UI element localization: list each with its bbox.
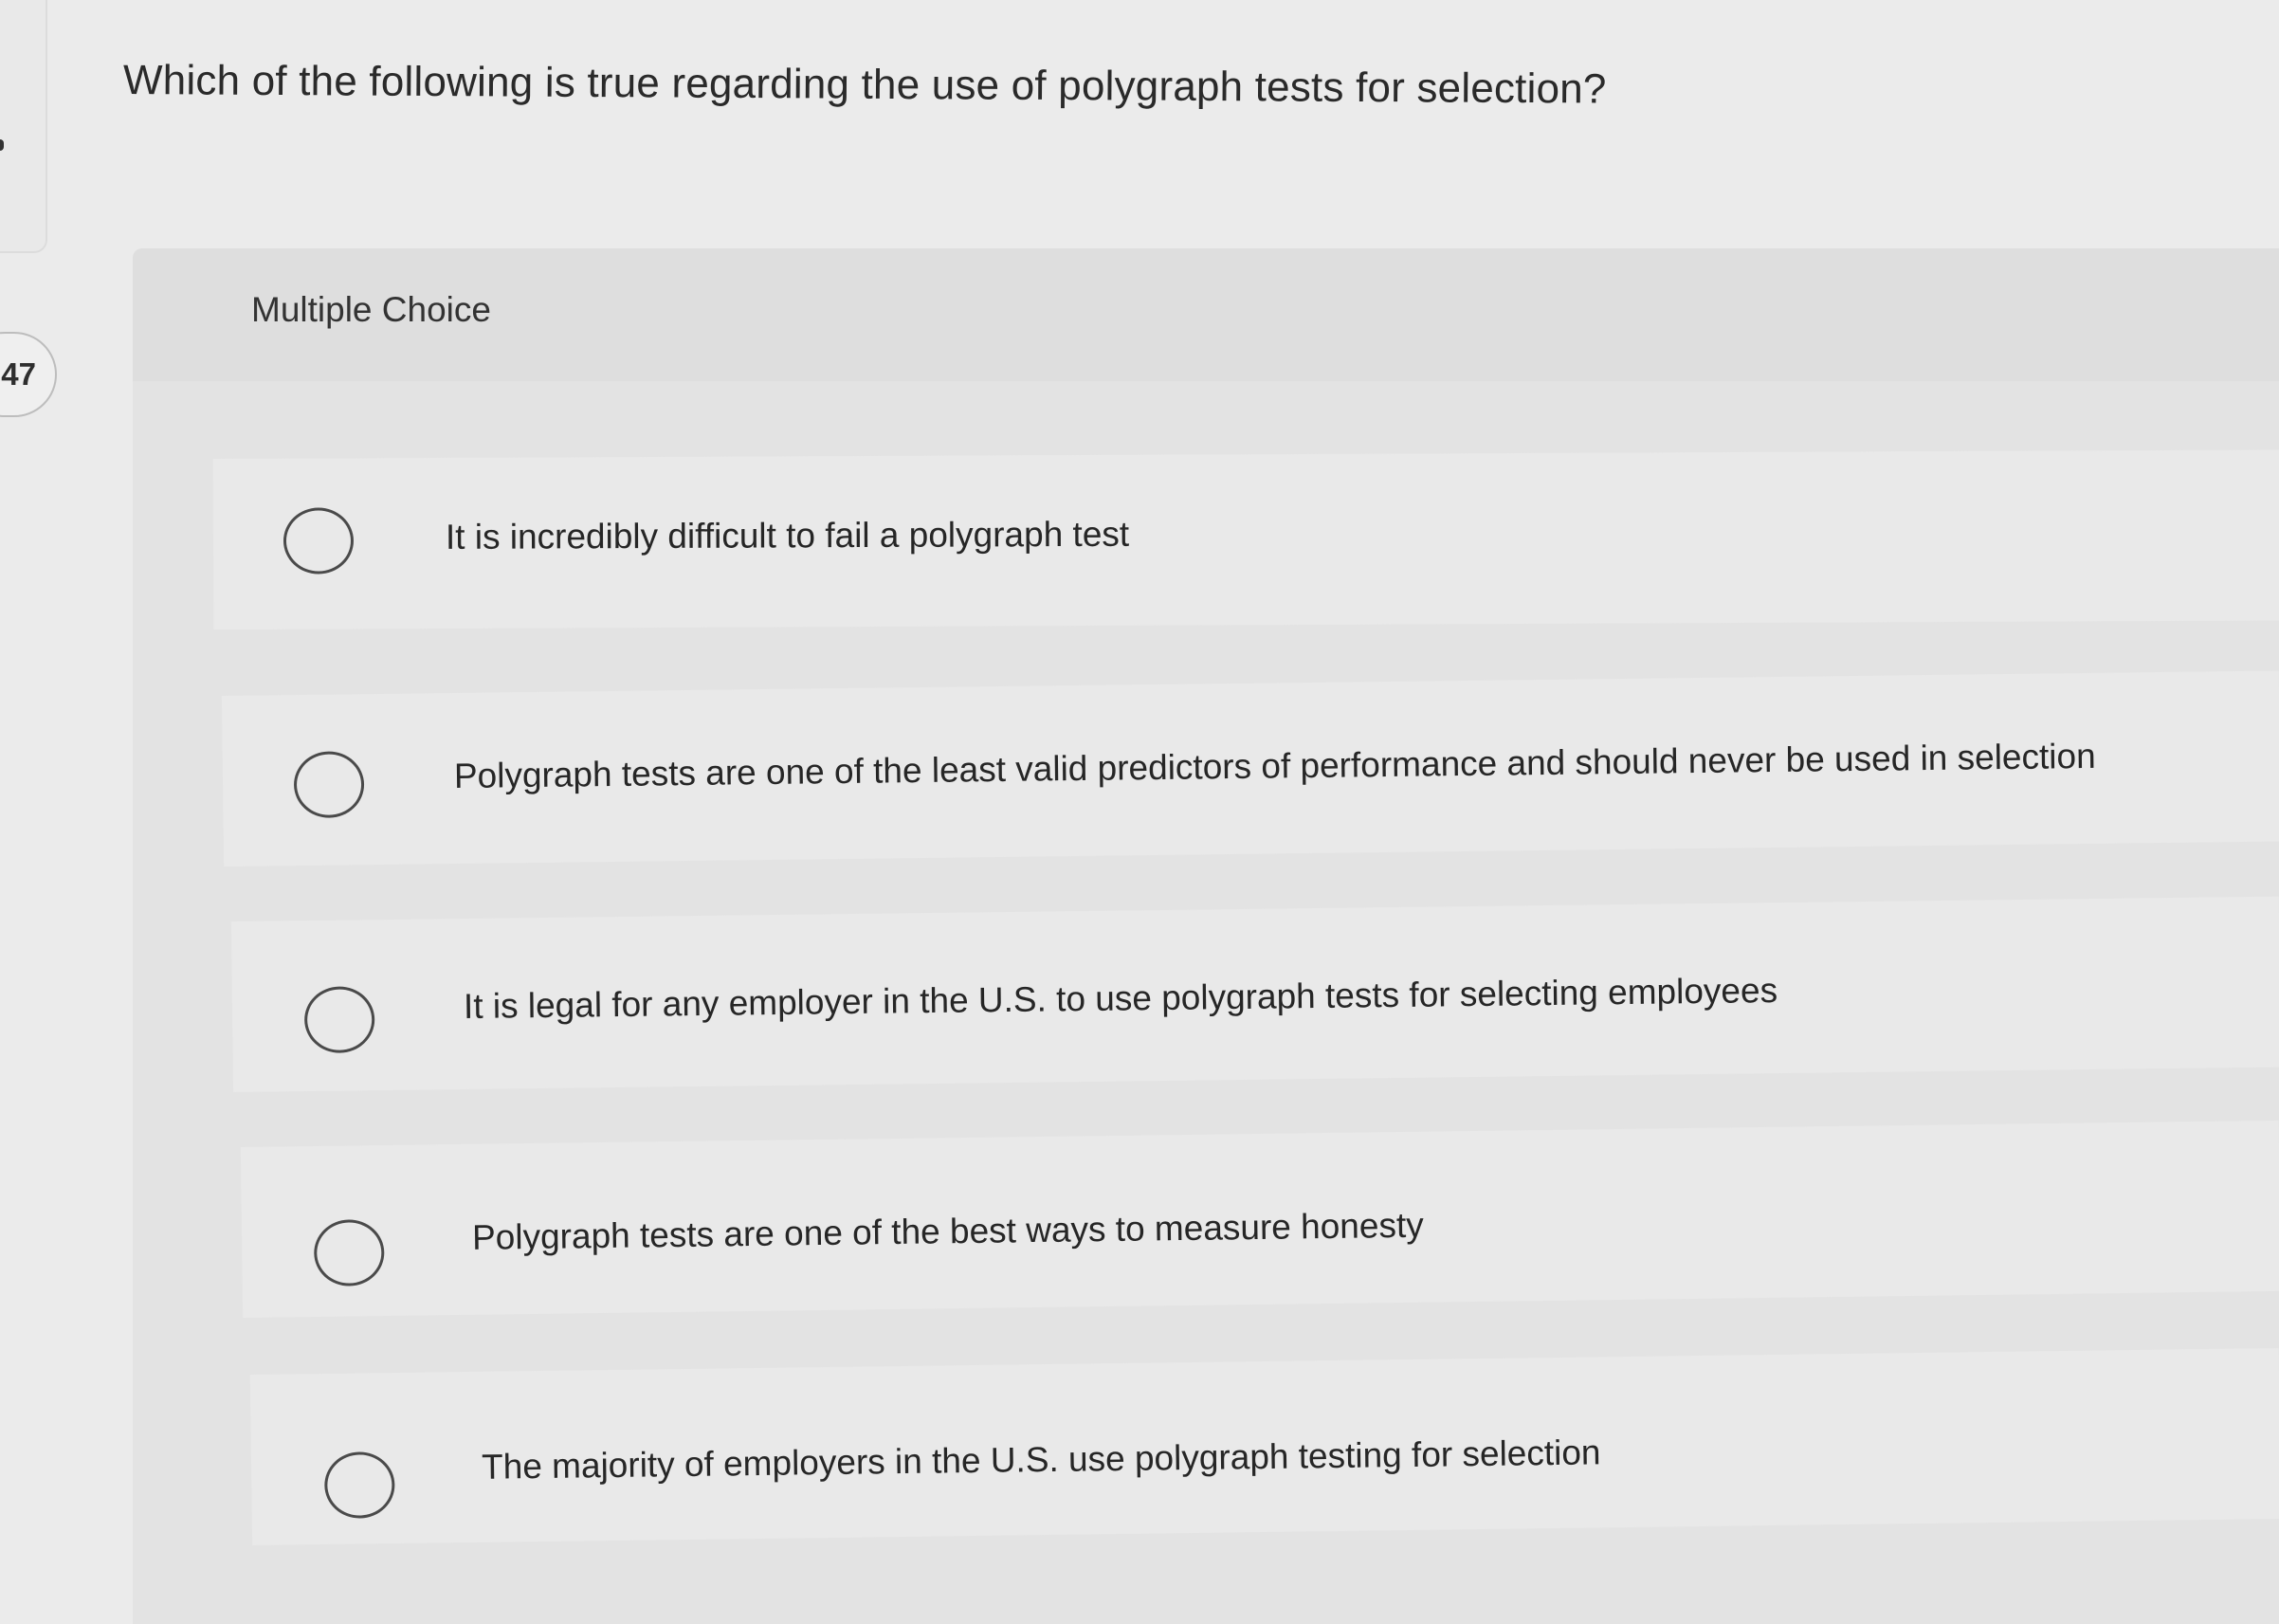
answer-option-3[interactable]: It is legal for any employer in the U.S.… — [230, 896, 2279, 1092]
radio-button[interactable] — [323, 1451, 395, 1519]
panel-header: Multiple Choice — [133, 248, 2279, 381]
answer-option-label: Polygraph tests are one of the best ways… — [471, 1205, 1424, 1257]
answer-option-label: It is incredibly difficult to fail a pol… — [445, 514, 1130, 557]
left-rail — [0, 0, 47, 253]
rail-indicator — [0, 139, 4, 151]
answer-option-label: It is legal for any employer in the U.S.… — [463, 971, 1778, 1027]
answer-option-label: The majority of employers in the U.S. us… — [481, 1432, 1601, 1487]
radio-button[interactable] — [303, 986, 375, 1054]
question-type-label: Multiple Choice — [251, 290, 491, 329]
answer-option-label: Polygraph tests are one of the least val… — [453, 736, 2096, 796]
radio-button[interactable] — [313, 1219, 385, 1287]
radio-button[interactable] — [293, 751, 365, 819]
answer-option-2[interactable]: Polygraph tests are one of the least val… — [221, 670, 2279, 867]
answer-option-1[interactable]: It is incredibly difficult to fail a pol… — [212, 449, 2279, 630]
question-number-badge[interactable]: :47 — [0, 332, 57, 417]
question-text: Which of the following is true regarding… — [122, 57, 1607, 113]
radio-button[interactable] — [283, 507, 355, 575]
answer-option-4[interactable]: Polygraph tests are one of the best ways… — [240, 1120, 2279, 1318]
answer-panel: Multiple Choice It is incredibly difficu… — [133, 248, 2279, 1624]
answer-option-5[interactable]: The majority of employers in the U.S. us… — [249, 1347, 2279, 1545]
